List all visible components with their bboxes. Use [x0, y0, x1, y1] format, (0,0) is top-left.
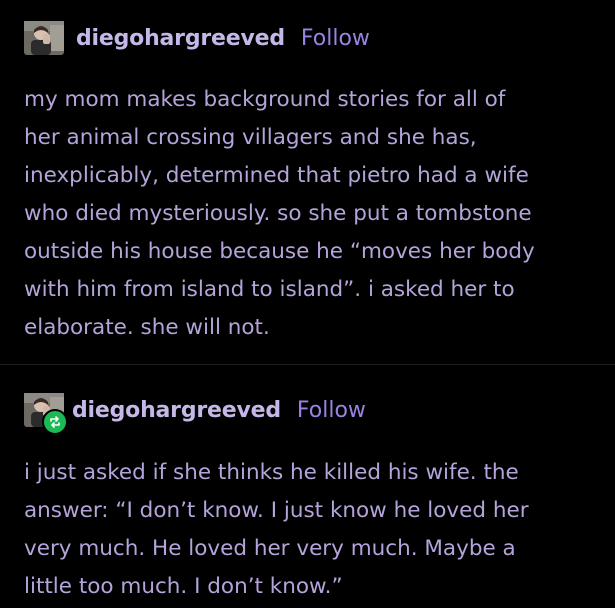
- username[interactable]: diegohargreeved: [76, 26, 285, 51]
- avatar[interactable]: [24, 21, 64, 55]
- post-text-line: with him from island to island”. i asked…: [24, 277, 515, 302]
- post-header: diegohargreeved Follow: [24, 21, 370, 55]
- follow-button[interactable]: Follow: [301, 26, 370, 51]
- post-text-line: very much. He loved her very much. Maybe…: [24, 536, 516, 561]
- post-reblog: diegohargreeved Follow i just asked if s…: [0, 365, 615, 608]
- post-text-line: her animal crossing villagers and she ha…: [24, 125, 477, 150]
- user-avatar-icon: [24, 21, 64, 55]
- username[interactable]: diegohargreeved: [72, 398, 281, 423]
- post-text-line: outside his house because he “moves her …: [24, 239, 535, 264]
- post-text-line: inexplicably, determined that pietro had…: [24, 163, 529, 188]
- post-text-line: answer: “I don’t know. I just know he lo…: [24, 498, 529, 523]
- avatar[interactable]: [24, 393, 68, 435]
- follow-button[interactable]: Follow: [297, 398, 366, 423]
- post-text-line: little too much. I don’t know.”: [24, 574, 343, 599]
- post-text-line: elaborate. she will not.: [24, 315, 270, 340]
- reblog-icon: [50, 416, 60, 428]
- post-text-line: i just asked if she thinks he killed his…: [24, 460, 519, 485]
- post-text-line: my mom makes background stories for all …: [24, 87, 506, 112]
- post-original: diegohargreeved Follow my mom makes back…: [0, 0, 615, 365]
- post-body: my mom makes background stories for all …: [24, 81, 594, 347]
- post-header: diegohargreeved Follow: [24, 393, 366, 435]
- reblog-badge: [42, 409, 68, 435]
- post-body: i just asked if she thinks he killed his…: [24, 454, 594, 606]
- post-text-line: who died mysteriously. so she put a tomb…: [24, 201, 532, 226]
